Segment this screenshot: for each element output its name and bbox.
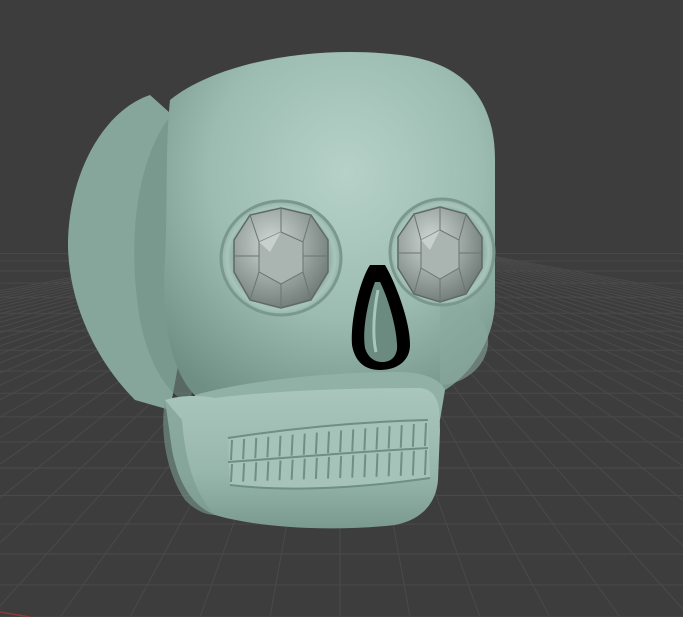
tooth-separator [411, 450, 415, 476]
tooth-separator [339, 430, 343, 453]
tooth-separator [387, 426, 391, 449]
tooth-separator [290, 434, 294, 456]
tooth-separator [424, 422, 427, 447]
skull-model[interactable] [67, 52, 496, 529]
tooth-separator [411, 424, 415, 447]
tooth-separator [302, 433, 306, 455]
tooth-separator [375, 427, 379, 450]
tooth-separator [387, 452, 391, 477]
tooth-separator [327, 431, 330, 454]
tooth-separator [302, 458, 306, 480]
tooth-separator [242, 438, 246, 460]
tooth-separator [314, 457, 318, 479]
3d-viewport[interactable] [0, 0, 683, 617]
tooth-separator [278, 460, 282, 481]
gem-left [233, 207, 329, 309]
tooth-separator [327, 456, 330, 479]
tooth-separator [242, 463, 246, 482]
tooth-separator [230, 439, 233, 461]
tooth-separator [266, 436, 270, 458]
tooth-separator [278, 435, 282, 457]
tooth-separator [399, 451, 403, 476]
tooth-separator [314, 432, 318, 454]
tooth-separator [363, 428, 367, 451]
gem-right [397, 206, 483, 303]
tooth-separator [254, 437, 258, 459]
tooth-separator [375, 453, 379, 477]
viewport-canvas[interactable] [0, 0, 683, 617]
x-axis-line [0, 611, 31, 617]
tooth-separator [351, 455, 355, 478]
tooth-separator [363, 454, 367, 478]
tooth-separator [399, 425, 403, 448]
tooth-separator [339, 456, 343, 479]
tooth-separator [351, 429, 355, 452]
tooth-separator [230, 463, 233, 483]
tooth-separator [290, 459, 294, 480]
tooth-separator [266, 461, 270, 481]
tooth-separator [424, 449, 427, 476]
tooth-separator [254, 462, 258, 482]
